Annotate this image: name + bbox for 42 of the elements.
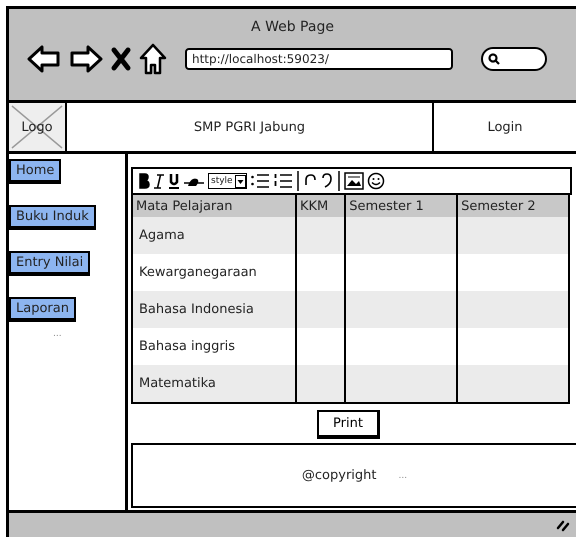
smiley-icon[interactable] [366, 172, 385, 190]
toolbar-separator-icon [336, 170, 341, 192]
print-button[interactable]: Print [317, 410, 380, 439]
italic-icon[interactable] [153, 172, 165, 190]
column-header: Mata Pelajaran [132, 195, 296, 217]
column-header: Semester 2 [457, 195, 569, 217]
sidebar-item[interactable]: Laporan [9, 297, 76, 322]
table-cell: Bahasa inggris [132, 328, 296, 365]
bulleted-list-icon[interactable] [250, 172, 270, 190]
forward-icon[interactable] [69, 44, 103, 74]
underline-icon[interactable] [168, 172, 180, 190]
table-cell [296, 217, 346, 254]
more-text: ... [53, 329, 62, 339]
site-title: SMP PGRI Jabung [67, 103, 434, 151]
table-cell: Matematika [132, 365, 296, 403]
bold-icon[interactable] [138, 172, 150, 190]
table-cell: Agama [132, 217, 296, 254]
login-link[interactable]: Login [434, 103, 576, 151]
window-title: A Web Page [251, 19, 334, 35]
toolbar-separator-icon [296, 170, 300, 192]
resize-grip-icon[interactable] [556, 518, 570, 532]
search-field[interactable] [481, 47, 547, 71]
sidebar-item[interactable]: Buku Induk [9, 205, 96, 230]
home-icon[interactable] [139, 43, 167, 75]
sidebar-item[interactable]: Home [9, 159, 62, 184]
url-field[interactable]: http://localhost:59023/ [185, 48, 453, 70]
search-icon [488, 53, 500, 65]
table-cell: Bahasa Indonesia [132, 291, 296, 328]
table-cell: Kewarganegaraan [132, 254, 296, 291]
back-icon[interactable] [27, 44, 61, 74]
style-dropdown[interactable]: style [208, 173, 247, 189]
column-header: KKM [296, 195, 346, 217]
copyright-text: @copyright [302, 468, 376, 483]
more-text: ... [398, 470, 408, 480]
redo-icon[interactable] [320, 172, 334, 190]
stop-icon[interactable] [111, 47, 131, 71]
logo-text: Logo [21, 120, 53, 134]
table-cell [296, 291, 346, 328]
sidebar-item[interactable]: Entry Nilai [9, 251, 90, 276]
column-header: Semester 1 [345, 195, 458, 217]
image-icon[interactable] [344, 172, 364, 190]
numbered-list-icon[interactable] [272, 172, 293, 190]
